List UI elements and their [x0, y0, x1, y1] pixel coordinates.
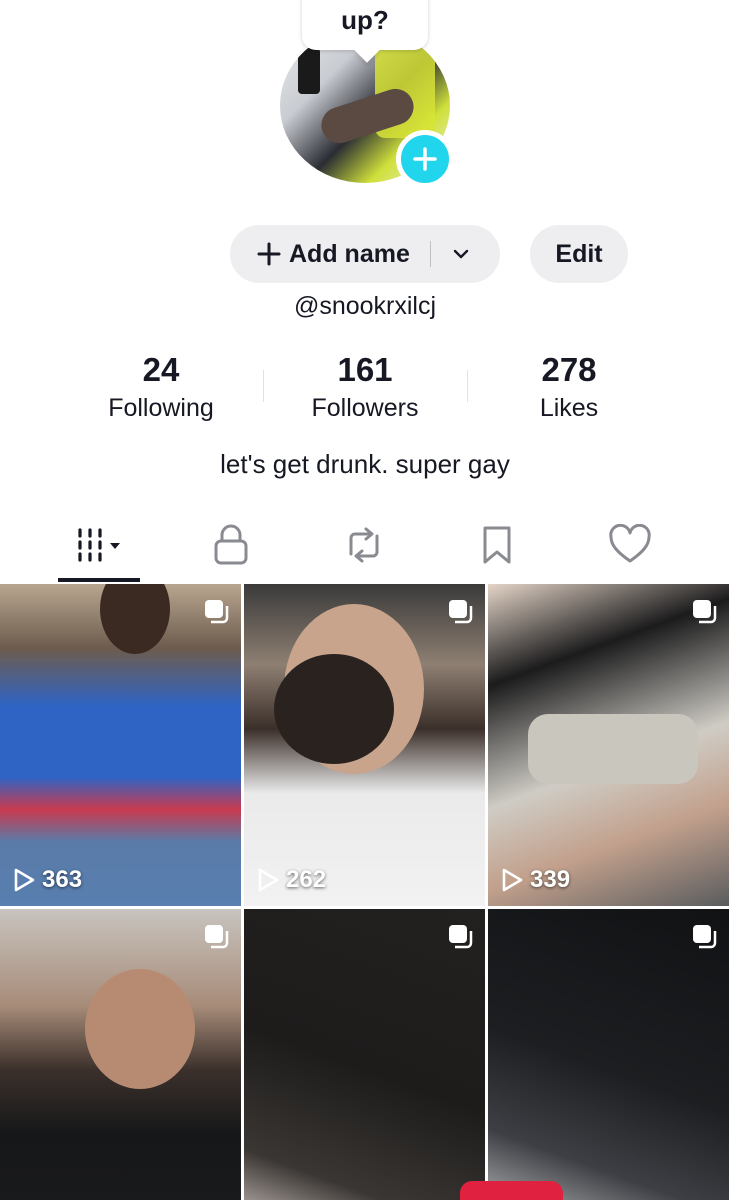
repost-icon	[349, 527, 379, 563]
video-thumbnail[interactable]	[488, 909, 729, 1200]
plus-icon	[413, 147, 437, 171]
edit-label: Edit	[555, 239, 603, 268]
multi-photo-icon	[693, 925, 717, 949]
stat-number: 24	[142, 351, 180, 388]
multi-photo-icon	[449, 600, 473, 624]
plus-icon	[257, 242, 281, 266]
video-thumbnail[interactable]: 262	[244, 584, 485, 906]
stat-label: Following	[108, 394, 214, 422]
tab-reposts[interactable]	[314, 510, 414, 580]
video-thumbnail[interactable]	[0, 909, 241, 1200]
play-icon	[258, 868, 279, 892]
pinned-badge	[460, 1181, 563, 1200]
tab-videos[interactable]	[50, 510, 150, 580]
username: @snookrxilcj	[293, 292, 437, 320]
heart-icon	[609, 524, 651, 563]
add-name-button[interactable]: Add name	[230, 225, 500, 283]
play-icon	[502, 868, 523, 892]
thumbnail-detail	[100, 584, 170, 654]
view-count-text: 339	[530, 866, 571, 893]
view-count-text: 363	[42, 866, 83, 893]
tab-liked[interactable]	[580, 510, 680, 580]
tab-private[interactable]	[181, 510, 281, 580]
multi-photo-icon	[449, 925, 473, 949]
view-count: 262	[256, 866, 326, 894]
profile-tabs	[0, 510, 730, 584]
view-count-text: 262	[286, 866, 327, 893]
chevron-down-icon[interactable]	[450, 243, 472, 265]
stat-number: 161	[337, 351, 393, 388]
status-bubble-text: up?	[341, 5, 389, 35]
grid-videos-icon	[78, 528, 120, 562]
thumbnail-detail	[528, 714, 698, 784]
multi-photo-icon	[693, 600, 717, 624]
multi-photo-icon	[205, 925, 229, 949]
divider	[429, 241, 431, 267]
thumbnail-detail	[274, 654, 394, 764]
stat-number: 278	[541, 351, 597, 388]
thumbnail-detail	[85, 969, 195, 1089]
tab-favorites[interactable]	[447, 510, 547, 580]
view-count: 339	[500, 866, 570, 894]
bookmark-icon	[483, 526, 511, 564]
video-thumbnail[interactable]	[244, 909, 485, 1200]
add-name-label: Add name	[289, 239, 410, 268]
stat-followers[interactable]: 161 Followers	[275, 350, 455, 426]
multi-photo-icon	[205, 600, 229, 624]
video-thumbnail[interactable]: 363	[0, 584, 241, 906]
stat-divider	[467, 370, 468, 402]
play-icon	[14, 868, 35, 892]
stat-divider	[263, 370, 264, 402]
stat-label: Followers	[311, 394, 419, 422]
stat-following[interactable]: 24 Following	[71, 350, 251, 426]
status-bubble[interactable]: up?	[302, 0, 428, 50]
stats-row: 24 Following 161 Followers 278 Likes	[0, 350, 730, 430]
video-thumbnail[interactable]: 339	[488, 584, 729, 906]
view-count: 363	[12, 866, 82, 894]
edit-profile-button[interactable]: Edit	[530, 225, 628, 283]
bio: let's get drunk. super gay	[220, 449, 510, 479]
add-avatar-button[interactable]	[396, 130, 454, 188]
avatar-photo-part	[298, 48, 320, 94]
active-tab-indicator	[58, 578, 140, 582]
video-grid: 363 262 339	[0, 584, 730, 1200]
stat-label: Likes	[539, 394, 599, 422]
lock-icon	[214, 524, 248, 565]
stat-likes[interactable]: 278 Likes	[479, 350, 659, 426]
